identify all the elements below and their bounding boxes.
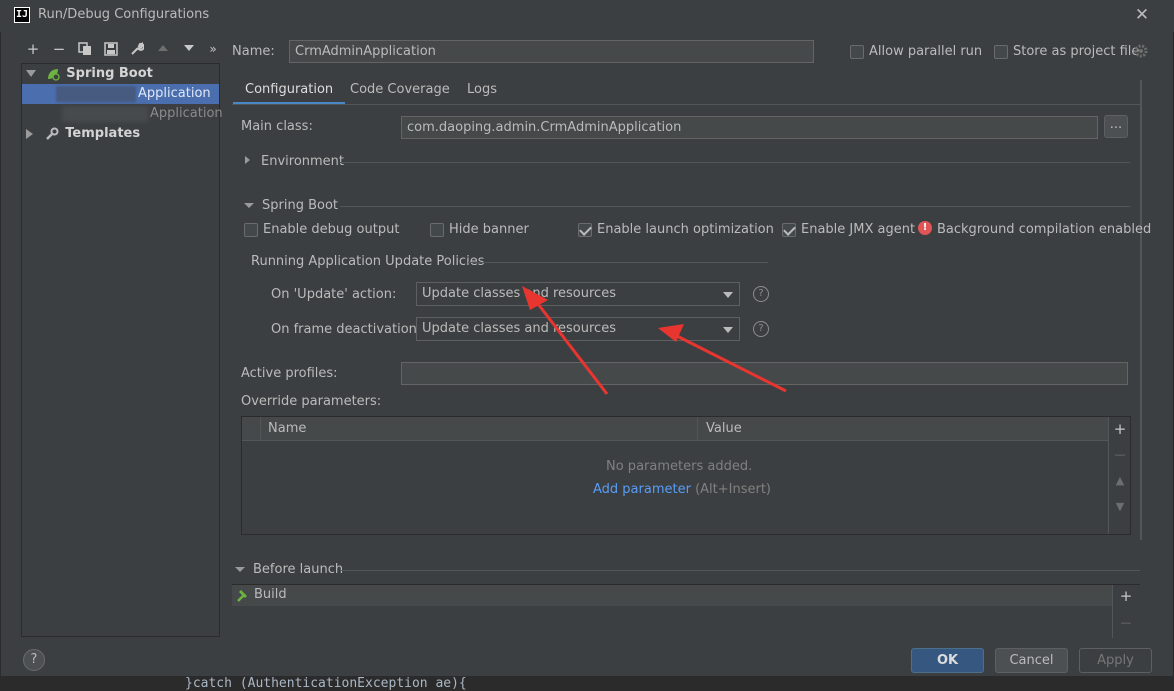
annotation-arrow — [658, 324, 787, 393]
annotation-arrows — [522, 286, 787, 395]
annotation-arrow — [522, 286, 609, 395]
